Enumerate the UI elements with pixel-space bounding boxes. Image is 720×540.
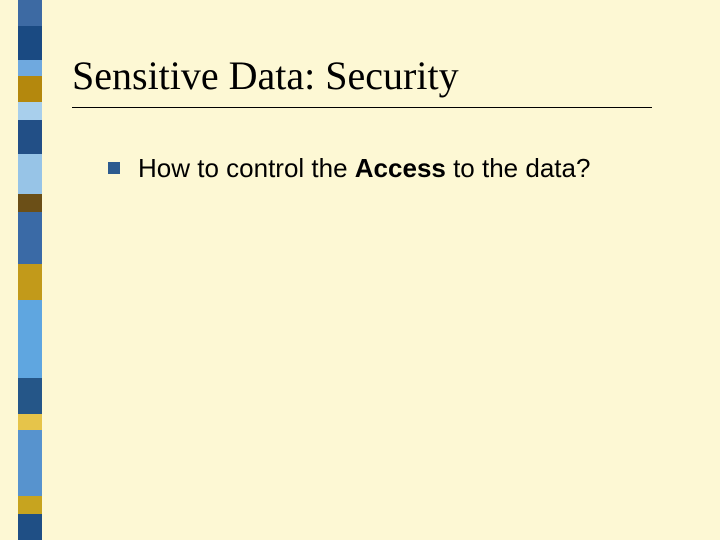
stripe-segment [18, 264, 42, 300]
title-underline [72, 107, 652, 108]
stripe-segment [18, 26, 42, 60]
stripe-segment [18, 496, 42, 514]
stripe-segment [18, 0, 42, 26]
stripe-segment [18, 300, 42, 378]
stripe-segment [18, 102, 42, 120]
slide-content: Sensitive Data: Security How to control … [72, 52, 680, 186]
stripe-segment [18, 120, 42, 154]
bullet-text: How to control the Access to the data? [138, 152, 590, 186]
stripe-segment [18, 154, 42, 194]
bullet-item: How to control the Access to the data? [108, 152, 680, 186]
bullet-prefix: How to control the [138, 153, 355, 183]
stripe-segment [18, 60, 42, 76]
stripe-segment [18, 212, 42, 264]
stripe-segment [18, 514, 42, 540]
slide-title: Sensitive Data: Security [72, 52, 680, 99]
stripe-segment [18, 414, 42, 430]
stripe-segment [18, 378, 42, 414]
stripe-segment [18, 76, 42, 102]
stripe-segment [18, 194, 42, 212]
stripe-segment [18, 430, 42, 496]
decorative-stripe [18, 0, 42, 540]
square-bullet-icon [108, 162, 120, 174]
bullet-suffix: to the data? [446, 153, 591, 183]
bullet-emphasis: Access [355, 153, 446, 183]
